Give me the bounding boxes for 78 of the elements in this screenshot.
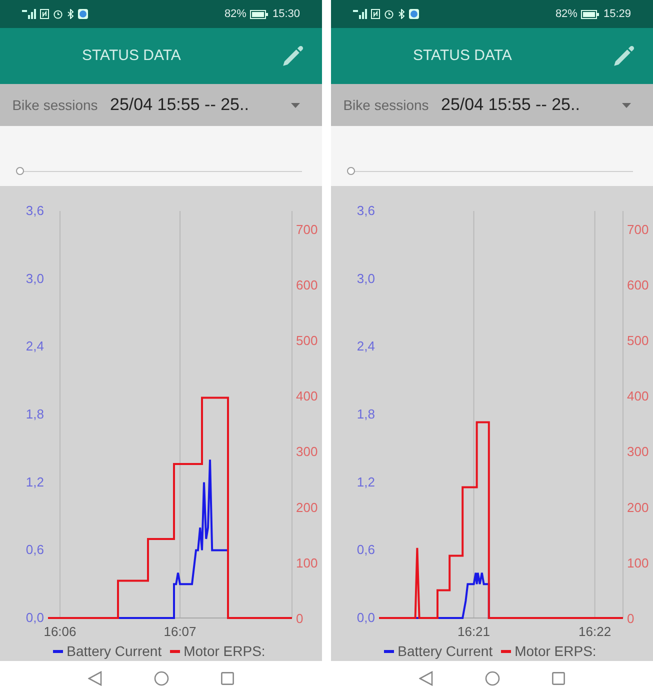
axis-tick-label: 16:06 [44, 624, 76, 639]
legend-label: Motor ERPS: [514, 642, 596, 660]
pencil-icon [611, 43, 637, 69]
legend-label: Motor ERPS: [184, 642, 266, 660]
axis-tick-label: 1,2 [356, 474, 375, 490]
axis-tick-label: 3,0 [356, 270, 375, 286]
slider-thumb[interactable] [347, 167, 355, 175]
app-title: STATUS DATA [413, 46, 512, 66]
signal-icon [353, 9, 367, 19]
legend-swatch [384, 650, 394, 652]
axis-tick-label: 600 [627, 277, 649, 292]
axis-tick-label: 500 [296, 333, 318, 348]
nfc-icon [371, 9, 380, 19]
home-icon[interactable] [154, 671, 169, 686]
dropdown-caret-icon [291, 102, 300, 108]
battery-icon [581, 10, 600, 18]
axis-tick-label: 16:22 [578, 624, 612, 639]
axis-tick-label: 0,6 [26, 542, 44, 558]
back-icon[interactable] [88, 671, 102, 686]
clock: 15:29 [603, 6, 631, 22]
home-icon[interactable] [485, 671, 500, 686]
axis-tick-label: 2,4 [356, 338, 375, 354]
axis-tick-label: 400 [296, 388, 318, 404]
axis-tick-label: 200 [296, 500, 318, 515]
axis-tick-label: 100 [627, 555, 649, 570]
axis-tick-label: 1,2 [26, 474, 44, 490]
session-picker[interactable]: Bike sessions 25/04 15:55 -- 25.. [331, 84, 653, 126]
battery-percentage: 82% [224, 6, 246, 22]
axis-tick-label: 700 [296, 222, 318, 237]
clock: 15:30 [272, 6, 300, 22]
slider-thumb[interactable] [16, 167, 24, 175]
axis-tick-label: 700 [627, 222, 649, 237]
app-title: STATUS DATA [82, 46, 181, 66]
legend-label: Battery Current [398, 642, 493, 661]
axis-tick-label: 100 [296, 555, 318, 570]
axis-tick-label: 16:07 [164, 624, 196, 639]
axis-tick-label: 500 [627, 333, 649, 348]
app-icon [409, 9, 419, 19]
recents-icon[interactable] [552, 672, 565, 685]
battery-percentage: 82% [555, 6, 578, 22]
axis-tick-label: 16:21 [458, 624, 490, 639]
session-picker[interactable]: Bike sessions 25/04 15:55 -- 25.. [0, 84, 322, 126]
legend-swatch [500, 650, 511, 652]
axis-tick-label: 0,0 [356, 610, 375, 625]
axis-tick-label: 1,8 [356, 406, 375, 422]
axis-tick-label: 3,0 [26, 270, 44, 286]
bluetooth-icon [398, 9, 405, 19]
picker-label: Bike sessions [11, 96, 99, 114]
axis-tick-label: 3,6 [356, 203, 375, 218]
axis-tick-label: 600 [296, 277, 318, 292]
dropdown-caret-icon [622, 102, 631, 108]
axis-tick-label: 0 [296, 611, 304, 626]
axis-tick-label: 0 [627, 611, 634, 626]
picker-value: 25/04 15:55 -- 25.. [110, 94, 249, 116]
nfc-icon [40, 9, 49, 19]
axis-tick-label: 2,4 [26, 338, 44, 354]
recents-icon[interactable] [221, 672, 234, 685]
axis-tick-label: 300 [627, 444, 649, 460]
alarm-icon [53, 9, 63, 19]
back-icon[interactable] [419, 671, 433, 686]
battery-icon [250, 10, 268, 18]
picker-label: Bike sessions [342, 96, 430, 114]
axis-tick-label: 1,8 [26, 406, 44, 422]
alarm-icon [384, 9, 394, 19]
axis-tick-label: 300 [296, 444, 318, 460]
signal-icon [22, 9, 36, 19]
picker-value: 25/04 15:55 -- 25.. [441, 94, 580, 116]
axis-tick-label: 0,6 [356, 542, 375, 558]
axis-tick-label: 200 [627, 500, 649, 515]
legend-label: Battery Current [66, 642, 162, 661]
pencil-icon [280, 43, 306, 69]
axis-tick-label: 0,0 [26, 610, 44, 625]
legend-swatch [170, 650, 180, 652]
bluetooth-icon [67, 9, 74, 19]
app-icon [78, 9, 88, 19]
legend-swatch [52, 650, 63, 652]
axis-tick-label: 400 [627, 388, 649, 404]
axis-tick-label: 3,6 [26, 203, 44, 218]
